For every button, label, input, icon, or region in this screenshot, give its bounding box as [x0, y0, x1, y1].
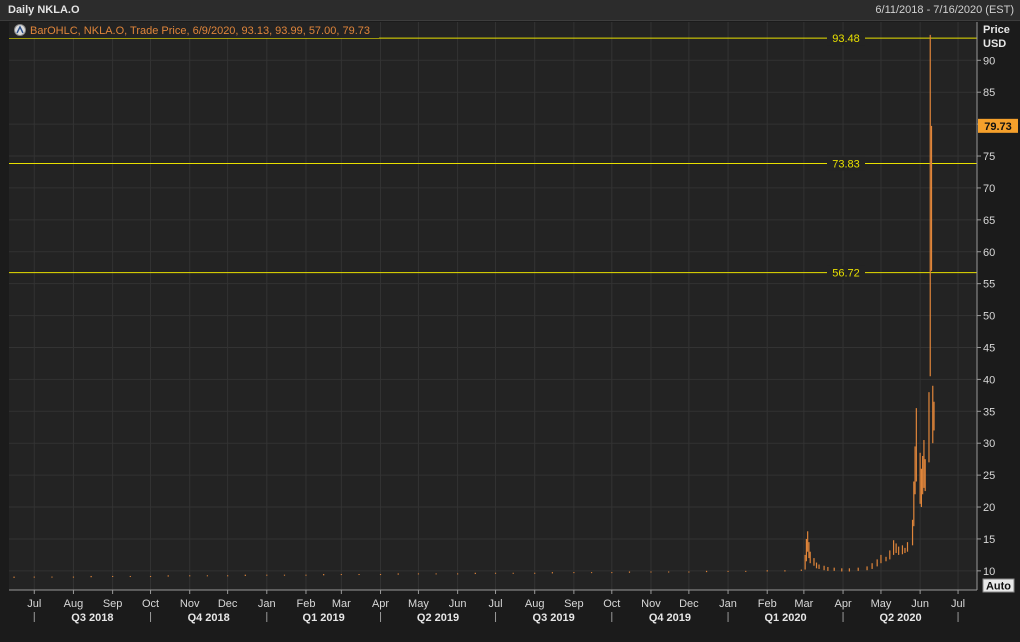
- currency-label: USD: [983, 38, 1006, 50]
- x-tick-label: Jul: [27, 598, 41, 610]
- x-tick-label: May: [408, 598, 429, 610]
- chart-title: Daily NKLA.O: [8, 4, 80, 16]
- x-tick-label: Sep: [103, 598, 123, 610]
- x-tick-label: Apr: [372, 598, 389, 610]
- y-tick-label: 55: [983, 279, 995, 291]
- y-tick-label: 30: [983, 438, 995, 450]
- x-tick-label: Sep: [564, 598, 584, 610]
- x-tick-label: May: [871, 598, 892, 610]
- chart-settings-icon[interactable]: [14, 24, 26, 36]
- y-tick-label: 75: [983, 151, 995, 163]
- x-tick-label: Feb: [758, 598, 777, 610]
- y-tick-label: 15: [983, 534, 995, 546]
- x-tick-label: Dec: [218, 598, 238, 610]
- x-tick-label: Jul: [951, 598, 965, 610]
- y-tick-label: 35: [983, 406, 995, 418]
- y-tick-label: 60: [983, 247, 995, 259]
- title-bar: Daily NKLA.O 6/11/2018 - 7/16/2020 (EST): [0, 0, 1020, 21]
- legend-text: BarOHLC, NKLA.O, Trade Price, 6/9/2020, …: [30, 25, 370, 37]
- x-tick-label: Nov: [180, 598, 200, 610]
- x-tick-label: Jul: [488, 598, 502, 610]
- y-tick-label: 85: [983, 87, 995, 99]
- auto-button-label: Auto: [986, 581, 1011, 593]
- quarter-label: Q1 2019: [303, 612, 345, 624]
- x-tick-label: Dec: [679, 598, 699, 610]
- quarter-label: Q1 2020: [764, 612, 806, 624]
- horizontal-line-label: 56.72: [832, 268, 860, 280]
- quarter-label: Q3 2019: [533, 612, 575, 624]
- x-tick-label: Feb: [296, 598, 315, 610]
- horizontal-line-label: 73.83: [832, 158, 860, 170]
- x-tick-label: Oct: [142, 598, 159, 610]
- x-tick-label: Jun: [449, 598, 467, 610]
- y-tick-label: 40: [983, 374, 995, 386]
- y-tick-label: 20: [983, 502, 995, 514]
- quarter-label: Q2 2019: [417, 612, 459, 624]
- x-tick-label: Mar: [794, 598, 813, 610]
- x-tick-label: Jun: [911, 598, 929, 610]
- y-axis: 101520253035404550556065707580859079.73: [976, 22, 1018, 590]
- price-axis-label: Price: [983, 24, 1010, 36]
- legend[interactable]: BarOHLC, NKLA.O, Trade Price, 6/9/2020, …: [9, 22, 379, 38]
- x-axis: Jul Aug Sep Oct Nov Dec Jan Feb Mar Apr May Jun Jul A…: [9, 589, 977, 624]
- quarter-label: Q4 2018: [188, 612, 230, 624]
- y-tick-label: 90: [983, 55, 995, 67]
- x-tick-label: Aug: [525, 598, 545, 610]
- x-tick-label: Mar: [332, 598, 351, 610]
- x-tick-label: Jan: [719, 598, 737, 610]
- y-tick-label: 50: [983, 311, 995, 323]
- x-tick-label: Nov: [641, 598, 661, 610]
- quarter-label: Q2 2020: [879, 612, 921, 624]
- y-tick-label: 25: [983, 470, 995, 482]
- x-tick-label: Oct: [603, 598, 620, 610]
- horizontal-line-label: 93.48: [832, 33, 860, 45]
- x-tick-label: Apr: [834, 598, 851, 610]
- x-tick-label: Jan: [258, 598, 276, 610]
- date-range: 6/11/2018 - 7/16/2020 (EST): [875, 4, 1014, 16]
- y-tick-label: 45: [983, 342, 995, 354]
- y-tick-label: 65: [983, 215, 995, 227]
- y-tick-label: 70: [983, 183, 995, 195]
- quarter-label: Q4 2019: [649, 612, 691, 624]
- quarter-label: Q3 2018: [71, 612, 113, 624]
- auto-button[interactable]: Auto: [982, 578, 1015, 593]
- price-chart[interactable]: 93.48 73.83 56.72 10 15 20 25 30 35 40 45 50 55 60 65…: [0, 21, 1020, 642]
- plot-background: [9, 22, 977, 590]
- y-tick-label: 10: [983, 566, 995, 578]
- x-tick-label: Aug: [64, 598, 84, 610]
- last-price-label: 79.73: [984, 121, 1012, 133]
